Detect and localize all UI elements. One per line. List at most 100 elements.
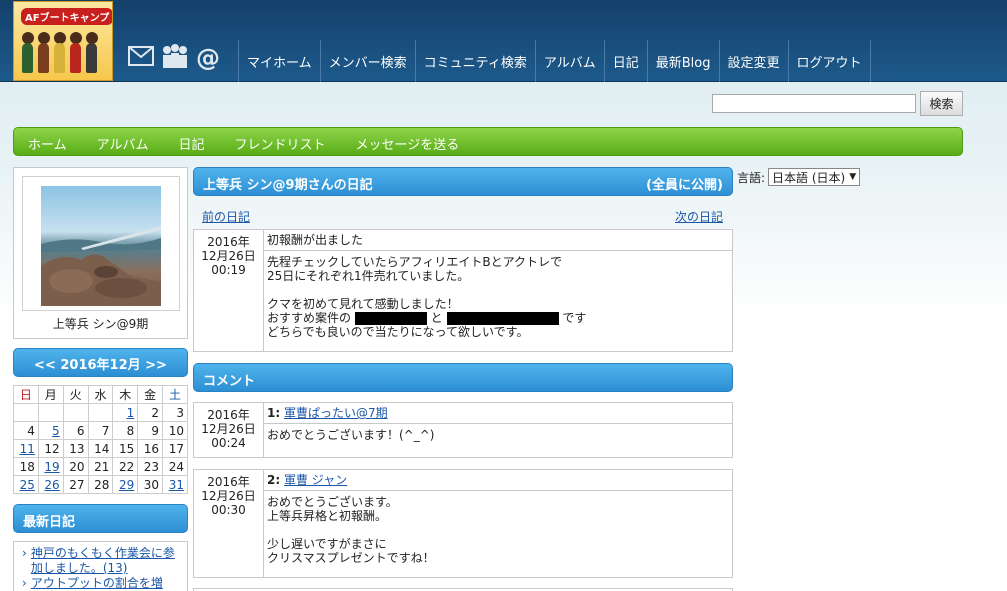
subnav-diary[interactable]: 日記 <box>179 128 220 155</box>
calendar-day-link[interactable]: 26 <box>44 478 59 492</box>
calendar-day-number: 8 <box>126 423 135 438</box>
header: AFブートキャンプ @ マイホーム メンバー検索 コミュニティ検索 アルバム 日… <box>0 0 1007 82</box>
calendar-day-number: 17 <box>168 441 184 456</box>
diary-pagination: 前の日記 次の日記 <box>202 208 723 225</box>
diary-line-part: と <box>430 311 443 325</box>
search-button[interactable]: 検索 <box>920 91 963 116</box>
nav-my-home[interactable]: マイホーム <box>238 40 320 82</box>
calendar-week-row: 4 5 6 7 8 9 10 <box>13 421 188 440</box>
diary-line: クマを初めて見れて感動しました！ <box>267 297 459 311</box>
nav-member-search[interactable]: メンバー検索 <box>319 40 415 82</box>
list-item[interactable]: › 神戸のもくもく作業会に参加しました。(13) <box>22 546 183 576</box>
list-item[interactable]: › アウトプットの割合を増 <box>22 576 183 591</box>
calendar-day-number: 15 <box>118 441 135 456</box>
calendar-day: 25 <box>13 475 39 494</box>
site-logo[interactable]: AFブートキャンプ <box>13 1 113 81</box>
comment-line: おめでとうございます！(^_^) <box>267 428 435 442</box>
comment-author-link[interactable]: 軍曹ぱったい@7期 <box>284 406 388 420</box>
calendar: 日 月 火 水 木 金 土 1 2 3 4 5 6 7 8 9 10 11 12 13 14 15 16 17 1… <box>13 385 188 494</box>
calendar-day-number: 6 <box>76 423 85 438</box>
calendar-day: 6 <box>62 421 89 440</box>
weekday-sat: 土 <box>162 385 188 404</box>
weekday-thu: 木 <box>112 385 139 404</box>
calendar-day-link[interactable]: 5 <box>52 424 60 438</box>
subnav-home[interactable]: ホーム <box>28 128 82 155</box>
calendar-day-number: 4 <box>27 423 35 438</box>
calendar-day: 11 <box>13 439 39 458</box>
diary-line-part: おすすめ案件の <box>267 311 352 325</box>
nav-logout[interactable]: ログアウト <box>787 40 871 82</box>
calendar-day: 10 <box>162 421 188 440</box>
calendar-header[interactable]: << 2016年12月 >> <box>13 348 188 377</box>
subnav-send-message[interactable]: メッセージを送る <box>356 128 475 155</box>
prev-diary-link[interactable]: 前の日記 <box>202 208 250 225</box>
bullet-icon: › <box>22 546 27 560</box>
comment-1: 2016年 12月26日 00:24 1: 軍曹ぱったい@7期 おめでとうござい… <box>193 402 733 458</box>
calendar-day: 28 <box>87 475 114 494</box>
profile-photo-image <box>41 186 161 306</box>
calendar-day-link[interactable]: 11 <box>20 442 35 456</box>
bullet-icon: › <box>22 576 27 590</box>
calendar-day-number: 27 <box>69 477 85 492</box>
comment-author-row: 2: 軍曹 ジャン <box>264 470 732 491</box>
calendar-day-number: 16 <box>143 441 160 456</box>
mail-icon[interactable] <box>128 46 154 70</box>
nav-settings[interactable]: 設定変更 <box>718 40 788 82</box>
calendar-empty-cell <box>87 403 114 422</box>
diary-title: 上等兵 シン@9期さんの日記 <box>203 178 373 193</box>
diary-date-year: 2016年 <box>207 235 250 249</box>
calendar-day-link[interactable]: 1 <box>127 406 135 420</box>
calendar-day: 20 <box>62 457 89 476</box>
calendar-day-link[interactable]: 31 <box>169 478 184 492</box>
diary-header: 上等兵 シン@9期さんの日記 (全員に公開) <box>193 167 733 196</box>
calendar-day: 27 <box>62 475 89 494</box>
calendar-day-link[interactable]: 19 <box>44 460 59 474</box>
nav-community-search[interactable]: コミュニティ検索 <box>414 40 535 82</box>
search-input[interactable] <box>712 94 916 113</box>
calendar-day: 21 <box>87 457 114 476</box>
diary-date-time: 00:19 <box>211 263 246 277</box>
nav-album[interactable]: アルバム <box>534 40 604 82</box>
nav-diary[interactable]: 日記 <box>603 40 647 82</box>
calendar-day-link[interactable]: 25 <box>20 478 35 492</box>
calendar-day: 14 <box>87 439 114 458</box>
recent-diary-link[interactable]: アウトプットの割合を増 <box>31 576 163 591</box>
subnav-album[interactable]: アルバム <box>97 128 164 155</box>
comment-author-link[interactable]: 軍曹 ジャン <box>284 473 347 487</box>
calendar-day: 18 <box>13 457 39 476</box>
calendar-day: 19 <box>37 457 64 476</box>
language-select[interactable]: 日本語 (日本) ▼ <box>768 168 861 186</box>
comment-line: おめでとうございます。 <box>267 495 398 509</box>
calendar-day-number: 13 <box>69 441 85 456</box>
comment-date-year: 2016年 <box>207 408 250 422</box>
at-icon[interactable]: @ <box>196 46 220 70</box>
calendar-day-link[interactable]: 29 <box>119 478 134 492</box>
calendar-day-number: 21 <box>94 459 110 474</box>
nav-latest-blog[interactable]: 最新Blog <box>646 40 719 82</box>
calendar-day-number: 23 <box>143 459 160 474</box>
calendar-day: 17 <box>162 439 188 458</box>
comment-text: おめでとうございます！(^_^) <box>264 424 732 445</box>
comments-header: コメント <box>193 363 733 392</box>
comment-date: 2016年 12月26日 00:24 <box>194 403 264 457</box>
comment-body: 1: 軍曹ぱったい@7期 おめでとうございます！(^_^) <box>264 403 732 457</box>
calendar-day: 24 <box>162 457 188 476</box>
weekday-wed: 水 <box>87 385 114 404</box>
calendar-week-row: 18 19 20 21 22 23 24 <box>13 457 188 476</box>
profile-photo[interactable] <box>22 176 180 311</box>
diary-line-part: です <box>562 311 587 325</box>
diary-line: おすすめ案件の と です <box>267 311 728 325</box>
calendar-day-number: 22 <box>118 459 135 474</box>
next-diary-link[interactable]: 次の日記 <box>675 208 723 225</box>
diary-body: 初報酬が出ました 先程チェックしていたらアフィリエイトBとアクトレで 25日にそ… <box>264 230 732 351</box>
profile-box: 上等兵 シン@9期 <box>13 167 188 339</box>
recent-diary-list: › 神戸のもくもく作業会に参加しました。(13) › アウトプットの割合を増 <box>13 541 188 591</box>
subnav-friend-list[interactable]: フレンドリスト <box>235 128 341 155</box>
calendar-day-number: 14 <box>94 441 110 456</box>
diary-subject: 初報酬が出ました <box>264 230 732 251</box>
calendar-day-number: 18 <box>19 459 35 474</box>
members-icon[interactable] <box>160 44 190 72</box>
calendar-week-row: 11 12 13 14 15 16 17 <box>13 439 188 458</box>
recent-diary-link[interactable]: 神戸のもくもく作業会に参加しました。(13) <box>31 546 183 576</box>
weekday-fri: 金 <box>137 385 164 404</box>
